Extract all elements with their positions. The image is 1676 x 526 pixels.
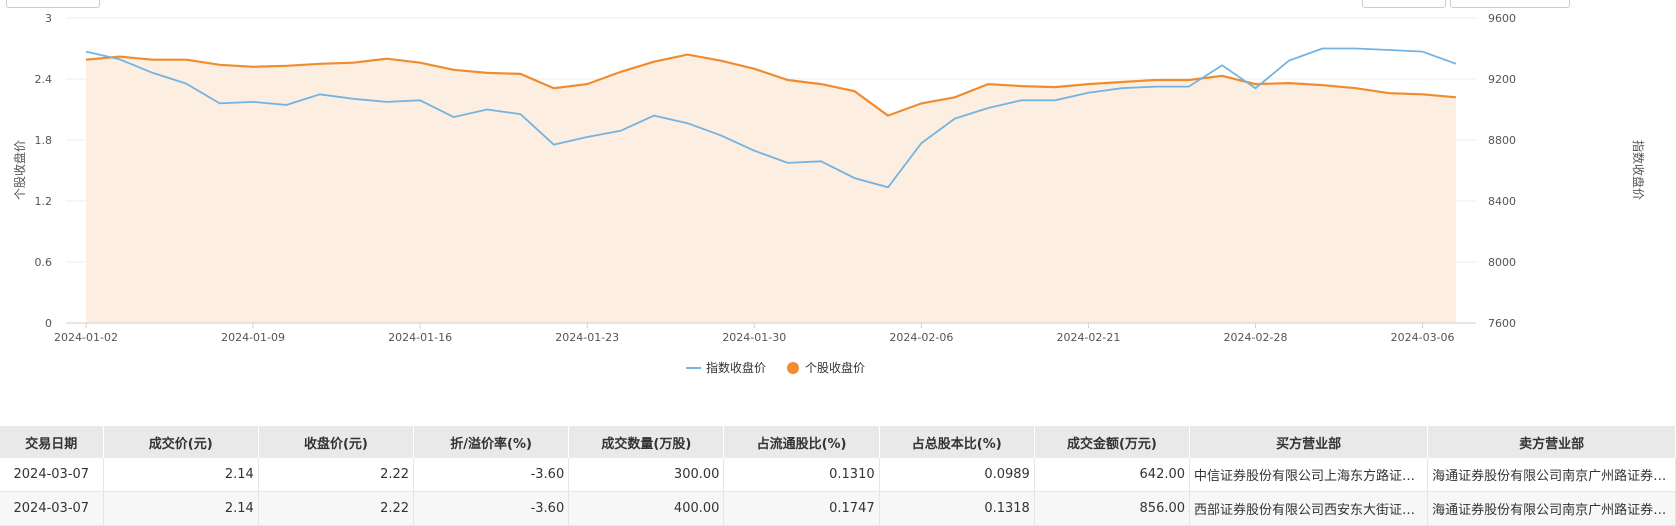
table-row[interactable]: 2024-03-07 2.14 2.22 -3.60 300.00 0.1310 0.098… (0, 458, 1676, 492)
y-right-tick-label: 8800 (1488, 134, 1516, 147)
table-cell: -3.60 (413, 458, 570, 492)
table-cell: 2.14 (103, 491, 259, 526)
table-cell: 2024-03-07 (0, 491, 104, 526)
legend-swatch-stock (787, 362, 799, 374)
table-header-cell[interactable]: 卖方营业部 (1427, 426, 1676, 458)
x-tick-label: 2024-01-02 (54, 331, 118, 344)
legend-label-stock[interactable]: 个股收盘价 (805, 360, 865, 375)
table-cell: -3.60 (413, 491, 570, 526)
block-trade-table: 交易日期 成交价(元) 收盘价(元) 折/溢价率(%) 成交数量(万股) 占流通股比(%)… (0, 426, 1676, 526)
table-cell: 海通证券股份有限公司南京广州路证券营业部 (1427, 491, 1676, 526)
x-tick-label: 2024-01-09 (221, 331, 285, 344)
x-tick-label: 2024-02-06 (889, 331, 953, 344)
table-cell: 0.1747 (723, 491, 880, 526)
table-header-cell[interactable]: 成交金额(万元) (1034, 426, 1191, 458)
table-header-row: 交易日期 成交价(元) 收盘价(元) 折/溢价率(%) 成交数量(万股) 占流通股比(%)… (0, 426, 1676, 458)
x-tick-label: 2024-03-06 (1391, 331, 1455, 344)
y-right-tick-label: 9600 (1488, 12, 1516, 25)
y-left-tick-label: 1.8 (35, 134, 53, 147)
table-cell: 2024-03-07 (0, 458, 104, 492)
y-left-tick-label: 1.2 (35, 195, 53, 208)
legend-label-index[interactable]: 指数收盘价 (706, 360, 766, 375)
table-cell: 0.1318 (879, 491, 1035, 526)
y-left-tick-label: 3 (45, 12, 52, 25)
table-header-cell[interactable]: 成交数量(万股) (568, 426, 725, 458)
legend[interactable]: 指数收盘价 个股收盘价 (686, 360, 865, 375)
x-tick-label: 2024-01-23 (555, 331, 619, 344)
table-cell: 300.00 (568, 458, 725, 492)
y-right-tick-label: 7600 (1488, 317, 1516, 330)
table-header-cell[interactable]: 折/溢价率(%) (413, 426, 570, 458)
table-header-cell[interactable]: 买方营业部 (1189, 426, 1429, 458)
table-cell: 0.0989 (879, 458, 1035, 492)
table-cell: 2.22 (258, 458, 415, 492)
price-chart: 0 0.6 1.2 1.8 2.4 3 7600 8000 8400 8800 9200 9600 20… (0, 0, 1676, 390)
table-header-cell[interactable]: 占流通股比(%) (723, 426, 880, 458)
y-axis-left-title: 个股收盘价 (12, 140, 27, 200)
x-tick-label: 2024-01-30 (722, 331, 786, 344)
x-tick-label: 2024-02-21 (1056, 331, 1120, 344)
table-row[interactable]: 2024-03-07 2.14 2.22 -3.60 400.00 0.1747 0.131… (0, 491, 1676, 526)
table-header-cell[interactable]: 收盘价(元) (258, 426, 415, 458)
y-right-tick-label: 8000 (1488, 256, 1516, 269)
y-left-tick-label: 0 (45, 317, 52, 330)
y-left-tick-label: 2.4 (35, 73, 53, 86)
table-header-cell[interactable]: 交易日期 (0, 426, 104, 458)
chart-svg: 0 0.6 1.2 1.8 2.4 3 7600 8000 8400 8800 9200 9600 20… (12, 12, 1646, 375)
x-tick-label: 2024-01-16 (388, 331, 452, 344)
table-cell: 海通证券股份有限公司南京广州路证券营业部 (1427, 458, 1676, 492)
x-tick-label: 2024-02-28 (1224, 331, 1288, 344)
table-body: 2024-03-07 2.14 2.22 -3.60 300.00 0.1310 0.098… (0, 458, 1676, 526)
table-cell: 中信证券股份有限公司上海东方路证券营业部 (1189, 458, 1429, 492)
y-right-tick-label: 9200 (1488, 73, 1516, 86)
table-cell: 400.00 (568, 491, 725, 526)
table-header-cell[interactable]: 占总股本比(%) (879, 426, 1035, 458)
table-cell: 856.00 (1034, 491, 1191, 526)
y-left-tick-label: 0.6 (35, 256, 53, 269)
y-axis-right-title: 指数收盘价 (1631, 140, 1646, 200)
table-cell: 0.1310 (723, 458, 880, 492)
area-layer (86, 54, 1456, 323)
stock-area-fill (86, 54, 1456, 323)
table-cell: 2.14 (103, 458, 259, 492)
y-right-tick-label: 8400 (1488, 195, 1516, 208)
table-cell: 2.22 (258, 491, 415, 526)
table-cell: 西部证券股份有限公司西安东大街证券营业部 (1189, 491, 1429, 526)
table-cell: 642.00 (1034, 458, 1191, 492)
table-header-cell[interactable]: 成交价(元) (103, 426, 259, 458)
